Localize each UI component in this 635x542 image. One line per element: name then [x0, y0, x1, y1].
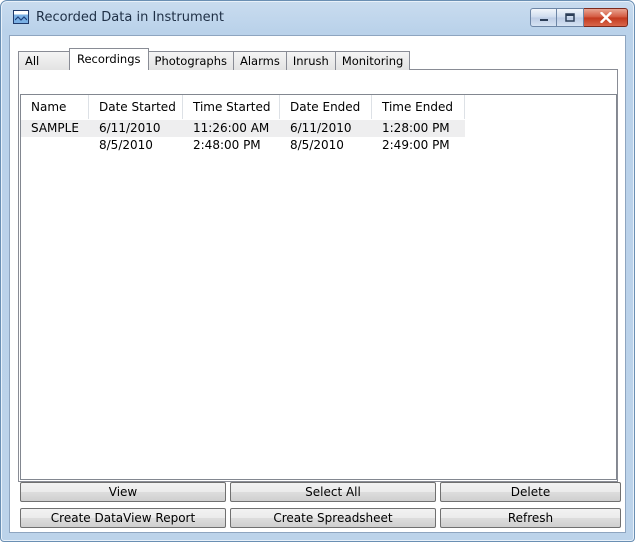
tab-all[interactable]: All [18, 51, 70, 70]
cell-name: SAMPLE [31, 121, 79, 135]
column-header-time-started[interactable]: Time Started [183, 95, 280, 119]
cell-time-started: 2:48:00 PM [193, 138, 261, 152]
minimize-icon [539, 18, 548, 21]
minimize-button[interactable] [530, 8, 557, 27]
close-button[interactable] [584, 8, 628, 27]
close-icon [599, 12, 612, 23]
cell-date-ended: 6/11/2010 [290, 121, 352, 135]
list-rows: SAMPLE 6/11/2010 11:26:00 AM 6/11/2010 1… [21, 120, 465, 154]
recordings-list[interactable]: Name Date Started Time Started Date Ende… [20, 94, 617, 480]
cell-time-ended: 1:28:00 PM [382, 121, 450, 135]
window-controls [530, 8, 628, 28]
select-all-button[interactable]: Select All [230, 482, 436, 502]
delete-button[interactable]: Delete [440, 482, 621, 502]
tab-monitoring[interactable]: Monitoring [334, 51, 411, 70]
maximize-icon [565, 13, 575, 22]
tab-inrush[interactable]: Inrush [285, 51, 336, 70]
table-row[interactable]: SAMPLE 6/11/2010 11:26:00 AM 6/11/2010 1… [21, 120, 465, 137]
view-button[interactable]: View [20, 482, 226, 502]
create-dataview-report-button[interactable]: Create DataView Report [20, 508, 226, 528]
button-row-bottom: Create DataView Report Create Spreadshee… [20, 508, 621, 528]
app-chart-icon [13, 10, 29, 24]
cell-time-started: 11:26:00 AM [193, 121, 270, 135]
dialog-client-area: All Recordings Photographs Alarms Inrush… [9, 35, 626, 533]
column-header-name[interactable]: Name [21, 95, 89, 119]
table-row[interactable]: 8/5/2010 2:48:00 PM 8/5/2010 2:49:00 PM [21, 137, 465, 154]
button-row-top: View Select All Delete [20, 482, 621, 502]
cell-name [21, 137, 89, 154]
cell-date-ended: 8/5/2010 [290, 138, 344, 152]
tab-strip: All Recordings Photographs Alarms Inrush… [18, 48, 411, 70]
column-header-date-started[interactable]: Date Started [89, 95, 183, 119]
list-header: Name Date Started Time Started Date Ende… [21, 95, 465, 119]
cell-date-started: 6/11/2010 [99, 121, 161, 135]
maximize-button[interactable] [557, 8, 584, 27]
refresh-button[interactable]: Refresh [440, 508, 621, 528]
column-header-date-ended[interactable]: Date Ended [280, 95, 372, 119]
cell-time-ended: 2:49:00 PM [382, 138, 450, 152]
create-spreadsheet-button[interactable]: Create Spreadsheet [230, 508, 436, 528]
title-bar[interactable]: Recorded Data in Instrument [1, 1, 634, 35]
tab-alarms[interactable]: Alarms [232, 51, 287, 70]
cell-date-started: 8/5/2010 [99, 138, 153, 152]
column-header-time-ended[interactable]: Time Ended [372, 95, 465, 119]
dialog-window: Recorded Data in Instrument All Recordin… [0, 0, 635, 542]
window-title: Recorded Data in Instrument [36, 10, 224, 25]
tab-photographs[interactable]: Photographs [147, 51, 234, 70]
tab-recordings[interactable]: Recordings [69, 48, 149, 70]
